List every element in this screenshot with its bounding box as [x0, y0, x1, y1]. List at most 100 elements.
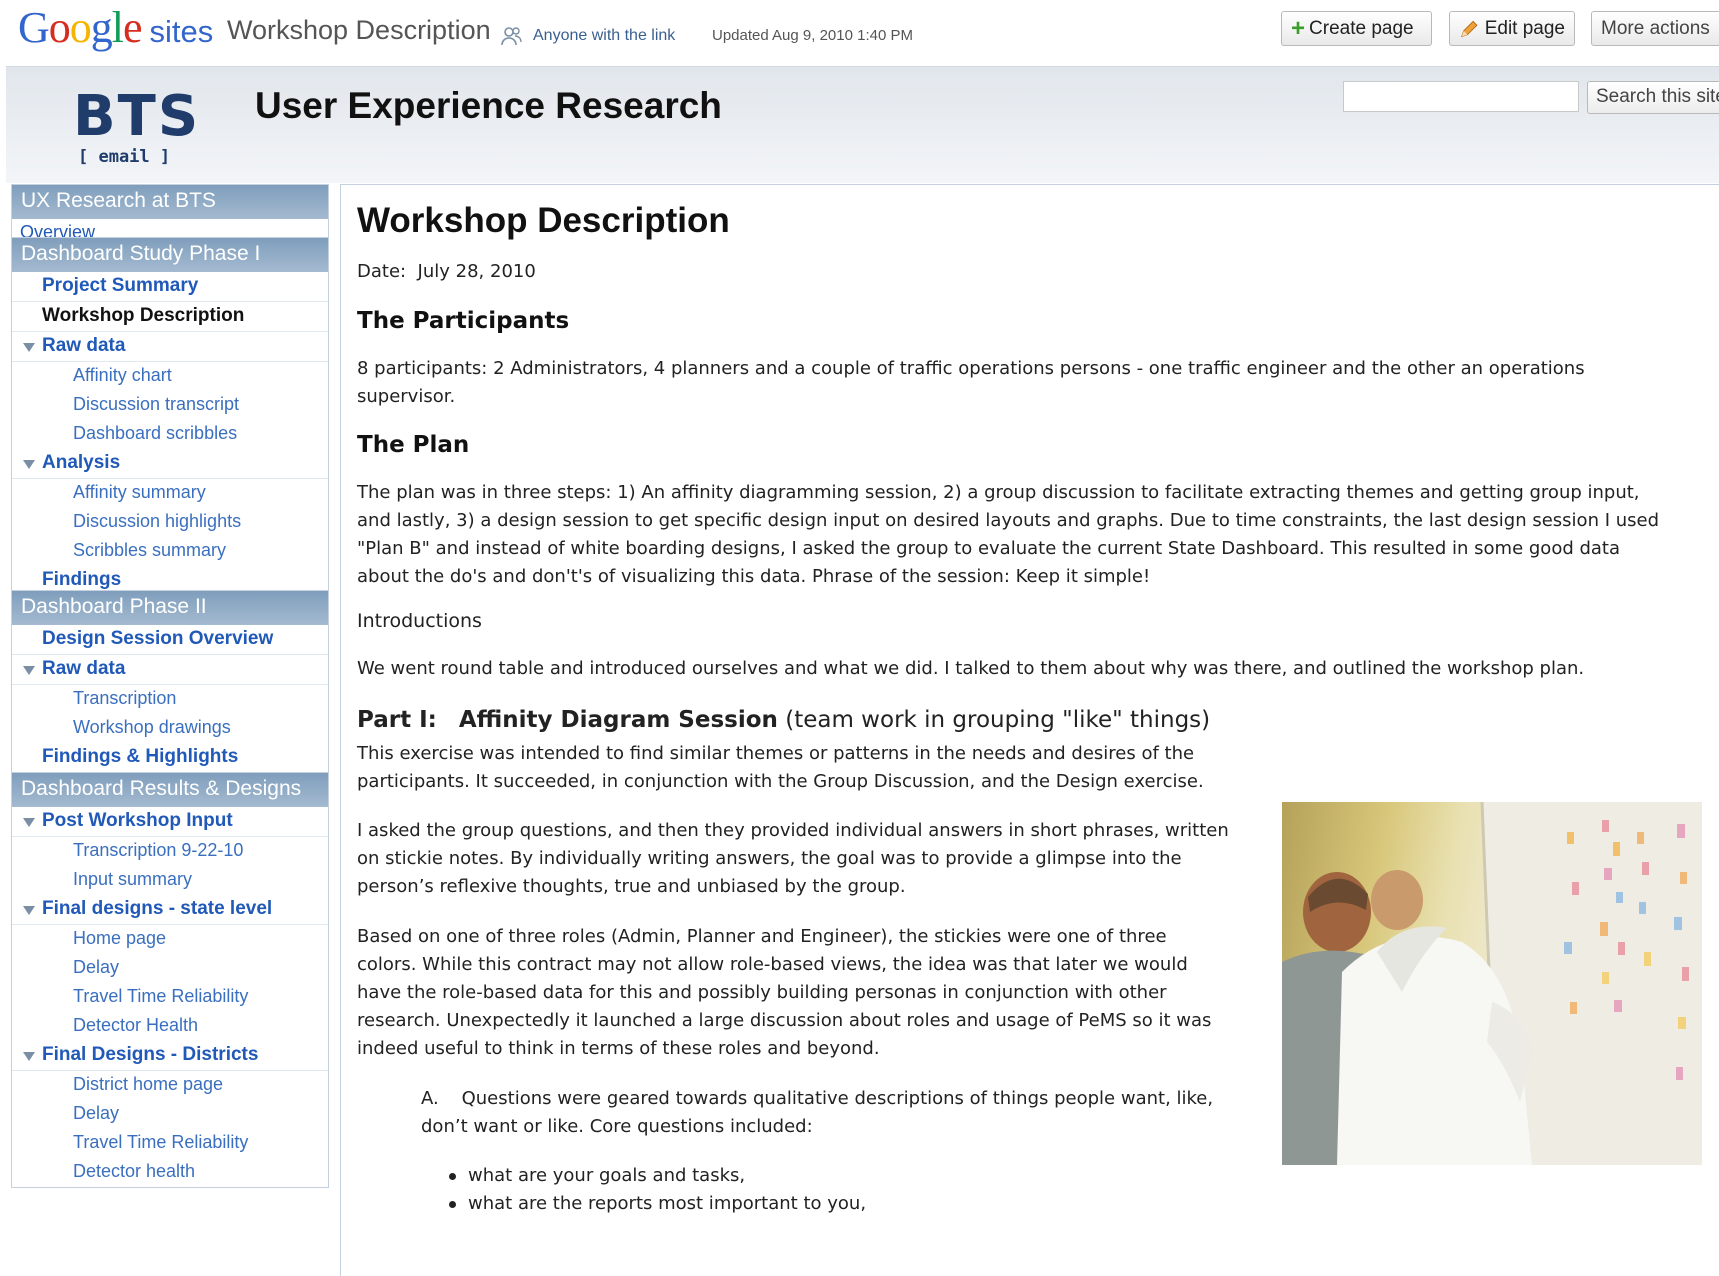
workshop-photo[interactable] — [1282, 802, 1702, 1165]
plan-text: and lastly, 3) a design session to get s… — [357, 510, 1660, 531]
sidebar-item-delay[interactable]: Delay — [12, 954, 328, 983]
expand-arrow-icon[interactable] — [23, 343, 35, 352]
part1-text: colors. While this contract may not allo… — [357, 954, 1188, 975]
more-actions-button[interactable]: More actions — [1591, 11, 1719, 46]
sidebar-item-label: Findings — [42, 569, 122, 590]
more-actions-label: More actions — [1601, 17, 1710, 39]
sidebar-item-travel-time-reliability[interactable]: Travel Time Reliability — [12, 1129, 328, 1158]
sidebar-item-discussion-transcript[interactable]: Discussion transcript — [12, 391, 328, 420]
sidebar-item-label: Project Summary — [42, 275, 199, 296]
edit-page-button[interactable]: Edit page — [1449, 11, 1575, 46]
sidebar-item-workshop-description[interactable]: Workshop Description — [12, 302, 328, 332]
sidebar-item-workshop-drawings[interactable]: Workshop drawings — [12, 714, 328, 743]
google-logo-letter: g — [90, 3, 113, 52]
sidebar-item-transcription[interactable]: Transcription — [12, 685, 328, 714]
sidebar-item-label: Discussion transcript — [73, 394, 240, 414]
sidebar-item-affinity-summary[interactable]: Affinity summary — [12, 479, 328, 508]
plan-text: "Plan B" and instead of white boarding d… — [357, 538, 1621, 559]
sidebar-item-detector-health[interactable]: Detector health — [12, 1158, 328, 1187]
sidebar-item-label: Delay — [73, 1103, 120, 1123]
sidebar-item-detector-health[interactable]: Detector Health — [12, 1012, 328, 1041]
sites-wordmark: sites — [149, 14, 214, 49]
sidebar-item-delay[interactable]: Delay — [12, 1100, 328, 1129]
expand-arrow-icon[interactable] — [23, 666, 35, 675]
expand-arrow-icon[interactable] — [23, 1052, 35, 1061]
site-logo-email[interactable]: [ email ] — [78, 147, 170, 167]
sidebar-item-label: Post Workshop Input — [42, 810, 233, 831]
sidebar-item-home-page[interactable]: Home page — [12, 925, 328, 954]
part1-text: research. Unexpectedly it launched a lar… — [357, 1010, 1212, 1031]
sidebar-item-affinity-chart[interactable]: Affinity chart — [12, 362, 328, 391]
sidebar-item-discussion-highlights[interactable]: Discussion highlights — [12, 508, 328, 537]
expand-arrow-icon[interactable] — [23, 460, 35, 469]
expand-arrow-icon[interactable] — [23, 906, 35, 915]
sidebar-item-input-summary[interactable]: Input summary — [12, 866, 328, 895]
sidebar-item-label: Affinity summary — [73, 482, 206, 502]
site-title[interactable]: User Experience Research — [255, 85, 722, 127]
expand-arrow-icon[interactable] — [23, 818, 35, 827]
sidebar-item-travel-time-reliability[interactable]: Travel Time Reliability — [12, 983, 328, 1012]
date-label: Date: — [357, 261, 407, 282]
nav-section: Dashboard Results & Designs Post Workshop… — [11, 772, 329, 1188]
sidebar-item-findings-highlights[interactable]: Findings & Highlights — [12, 743, 328, 773]
part1-prefix: Part I: — [357, 707, 437, 733]
sidebar-item-dashboard-scribbles[interactable]: Dashboard scribbles — [12, 420, 328, 449]
google-wordmark: Google — [18, 2, 143, 53]
plan-text: The plan was in three steps: 1) An affin… — [357, 482, 1640, 503]
sidebar-item-label: Design Session Overview — [42, 628, 274, 649]
sidebar-item-label: Home page — [73, 928, 167, 948]
share-people-icon — [501, 27, 522, 46]
sharing-status-link[interactable]: Anyone with the link — [533, 27, 675, 45]
sidebar-item-district-home-page[interactable]: District home page — [12, 1071, 328, 1100]
list-item-text: Questions were geared towards qualitativ… — [461, 1088, 1214, 1109]
sidebar-item-label: Findings & Highlights — [42, 746, 239, 767]
list-item-a: A. Questions were geared towards qualita… — [421, 1085, 1213, 1113]
search-input[interactable] — [1343, 81, 1579, 112]
part1-text: indeed useful to think in terms of these… — [357, 1038, 880, 1059]
sidebar-item-post-workshop-input[interactable]: Post Workshop Input — [12, 807, 328, 837]
part1-heading: Part I: Affinity Diagram Session (team w… — [357, 707, 1210, 733]
part1-title: Affinity Diagram Session — [458, 707, 778, 733]
workshop-photo-illustration — [1282, 802, 1702, 1165]
part1-text: participants. It succeeded, in conjuncti… — [357, 771, 1204, 792]
sidebar-item-raw-data[interactable]: Raw data — [12, 332, 328, 362]
sidebar-item-design-session-overview[interactable]: Design Session Overview — [12, 625, 328, 655]
sidebar-item-label: Final designs - state level — [42, 898, 273, 919]
nav-section-heading: Dashboard Phase II — [12, 591, 328, 625]
sidebar-item-label: Dashboard scribbles — [73, 423, 238, 443]
introductions-heading: Introductions — [357, 610, 482, 632]
google-logo-letter: o — [69, 3, 92, 52]
create-page-button[interactable]: + Create page — [1281, 11, 1432, 46]
list-marker: A. — [421, 1088, 439, 1109]
sidebar-item-raw-data[interactable]: Raw data — [12, 655, 328, 685]
bullet-item: what are your goals and tasks, — [449, 1162, 745, 1190]
page-content: Workshop Description Date: July 28, 2010… — [340, 184, 1719, 1276]
google-sites-logo[interactable]: Google sites — [18, 2, 213, 58]
sidebar-item-analysis[interactable]: Analysis — [12, 449, 328, 479]
sidebar-navigation: UX Research at BTS Overview Dashboard Stud… — [11, 184, 329, 1276]
plus-icon: + — [1291, 14, 1306, 42]
part1-text: I asked the group questions, and then th… — [357, 820, 1229, 841]
search-site-button[interactable]: Search this site — [1587, 81, 1719, 114]
participants-text: 8 participants: 2 Administrators, 4 plan… — [357, 358, 1585, 379]
part1-text: Based on one of three roles (Admin, Plan… — [357, 926, 1167, 947]
part1-text: This exercise was intended to find simil… — [357, 743, 1195, 764]
toolbar-page-name: Workshop Description — [227, 15, 491, 45]
sidebar-item-final-designs-state-level[interactable]: Final designs - state level — [12, 895, 328, 925]
plan-heading: The Plan — [357, 432, 470, 458]
edit-page-label: Edit page — [1484, 17, 1565, 39]
sidebar-item-label: Transcription 9-22-10 — [73, 840, 244, 860]
sidebar-item-final-designs-districts[interactable]: Final Designs - Districts — [12, 1041, 328, 1071]
participants-heading: The Participants — [357, 308, 570, 334]
sidebar-item-transcription-9-22-10[interactable]: Transcription 9-22-10 — [12, 837, 328, 866]
sidebar-item-label: Workshop Description — [42, 305, 245, 326]
sidebar-item-label: Travel Time Reliability — [73, 986, 249, 1006]
sidebar-item-label: Workshop drawings — [73, 717, 231, 737]
sidebar-item-project-summary[interactable]: Project Summary — [12, 272, 328, 302]
site-logo[interactable]: BTS — [73, 89, 200, 145]
sidebar-item-scribbles-summary[interactable]: Scribbles summary — [12, 537, 328, 566]
nav-section: Dashboard Phase II Design Session Overvie… — [11, 590, 329, 774]
sidebar-item-label: Raw data — [42, 335, 126, 356]
create-page-label: Create page — [1309, 17, 1414, 39]
sidebar-item-label: Input summary — [73, 869, 193, 889]
